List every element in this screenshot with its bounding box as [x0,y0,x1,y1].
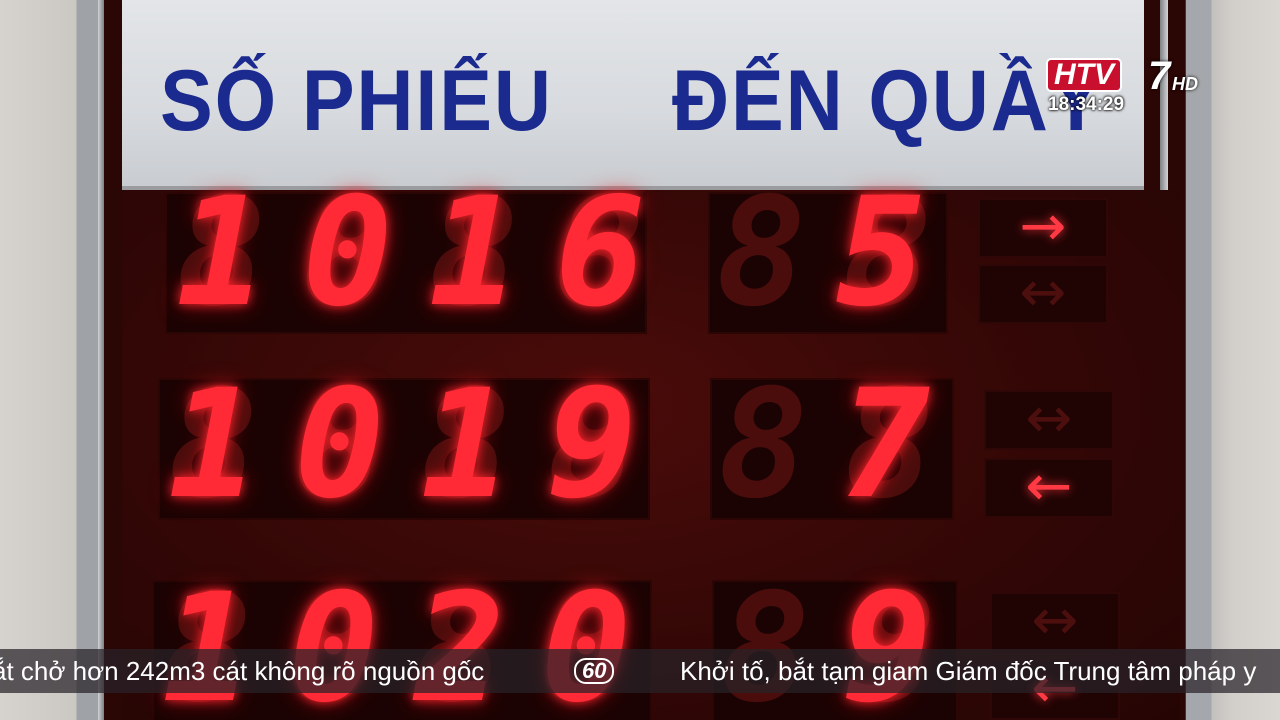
counter-number-3: 9 [842,562,969,720]
header-ticket-label: SỐ PHIẾU [160,53,553,149]
frame-edge-left [98,0,104,720]
wall-right [1200,0,1280,720]
broadcast-clock: 18:34:29 [1048,94,1125,115]
ticker-separator-logo: 60 [574,658,615,684]
logo-seven: 7 [1148,54,1171,98]
ticket-number-1: 1016 [176,166,682,340]
htv7-logo: HTV 7 HD 18:34:29 [1048,56,1198,115]
arrow-both-icon: ↔ [990,592,1120,652]
news-ticker: ắt chở hơn 242m3 cát không rõ nguồn gốc … [0,649,1280,693]
ticket-number-2: 1019 [168,358,674,532]
counter-number-2: 7 [840,358,967,532]
arrow-right-icon: → [978,198,1108,258]
ticket-number-3: 1020 [162,562,668,720]
logo-hd-badge: HD [1172,74,1198,94]
ticker-headline-previous: ắt chở hơn 242m3 cát không rõ nguồn gốc [0,656,485,686]
arrow-left-icon: ← [984,458,1114,518]
ticker-headline-current: Khởi tố, bắt tạm giam Giám đốc Trung tâm… [680,656,1257,686]
counter-number-1: 5 [836,166,963,340]
arrow-both-icon: ↔ [984,390,1114,450]
arrow-both-icon: ↔ [978,264,1108,324]
header-counter-label: ĐẾN QUẦY [672,53,1105,149]
htv-logo-mark: HTV [1048,60,1120,90]
